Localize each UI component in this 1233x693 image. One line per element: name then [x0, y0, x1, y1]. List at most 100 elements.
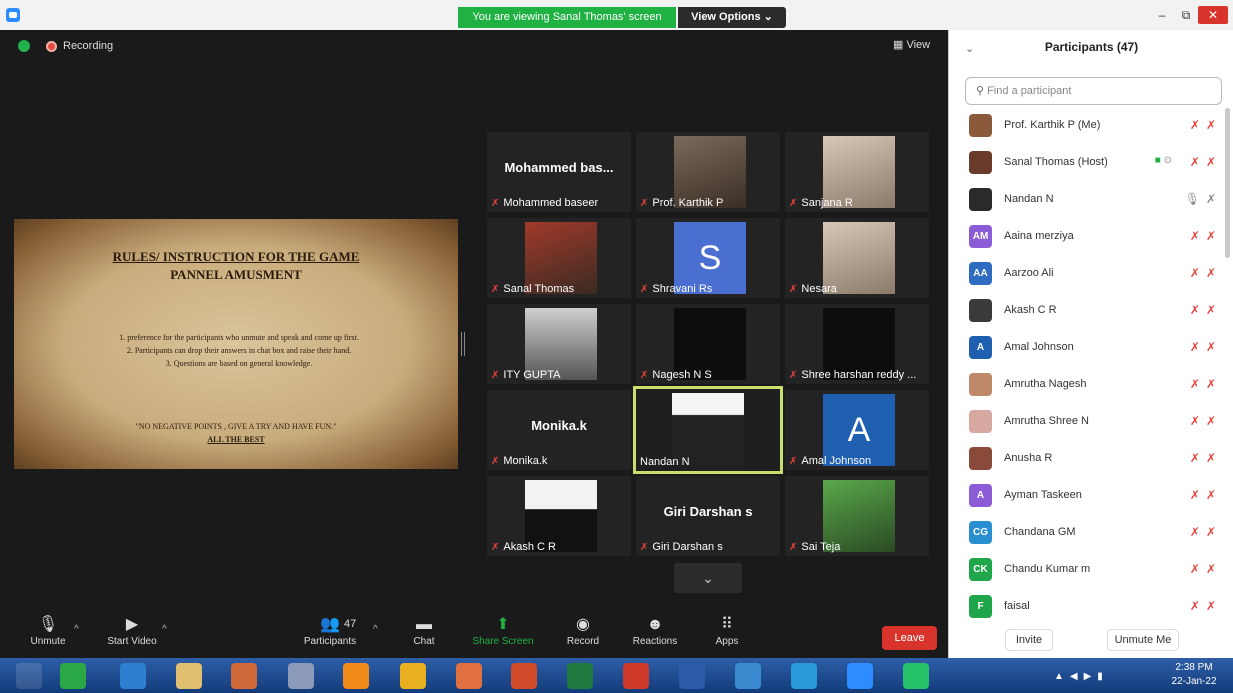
video-tile[interactable]: Mohammed bas... ✗ Mohammed baseer [487, 132, 631, 212]
start-icon[interactable] [16, 663, 42, 689]
tile-name-text: Shree harshan reddy ... [801, 369, 917, 381]
search-placeholder: Find a participant [987, 85, 1072, 97]
mic-camera-status-icon: ✗✗ [1189, 155, 1222, 169]
participant-row[interactable]: Sanal Thomas (Host) ■ ⊙ ✗✗ [949, 144, 1233, 181]
participant-name: Aarzoo Ali [1004, 267, 1054, 279]
pdf-icon[interactable] [623, 663, 649, 689]
app-icon[interactable] [288, 663, 314, 689]
tile-name: ✗ Sai Teja [789, 541, 840, 553]
avatar: F [969, 595, 992, 618]
explorer-icon[interactable] [176, 663, 202, 689]
chat-label: Chat [413, 636, 435, 647]
chrome-icon[interactable] [400, 663, 426, 689]
video-tile[interactable]: ✗ Akash C R [487, 476, 631, 556]
view-options-button[interactable]: View Options ⌄ [678, 7, 786, 28]
participant-row[interactable]: CK Chandu Kumar m ✗✗ [949, 551, 1233, 588]
app-icon[interactable] [231, 663, 257, 689]
powerpoint-icon[interactable] [511, 663, 537, 689]
video-tile[interactable]: ✗ Nesara [785, 218, 929, 298]
record-button[interactable]: ◉ Record [543, 614, 623, 647]
audio-options-caret[interactable]: ^ [74, 624, 79, 635]
system-tray[interactable]: ▲◀▶▮ [1054, 671, 1109, 682]
video-tile[interactable]: A ✗ Amal Johnson [785, 390, 929, 470]
participant-search-input[interactable]: ⚲ Find a participant [965, 77, 1222, 105]
participant-row[interactable]: AA Aarzoo Ali ✗✗ [949, 255, 1233, 292]
tile-name-text: Giri Darshan s [652, 541, 723, 553]
tile-name: ✗ Sanal Thomas [491, 283, 574, 295]
chat-icon: ▬ [416, 616, 432, 633]
viewing-banner: You are viewing Sanal Thomas' screen [458, 7, 676, 28]
leave-button[interactable]: Leave [882, 626, 937, 650]
start-video-button[interactable]: ▶ Start Video [92, 614, 172, 647]
video-tile[interactable]: Monika.k ✗ Monika.k [487, 390, 631, 470]
tile-name: ✗ Shravani Rs [640, 283, 712, 295]
participant-name: Anusha R [1004, 452, 1053, 464]
video-tile[interactable]: Giri Darshan s ✗ Giri Darshan s [636, 476, 780, 556]
slide-title: RULES/ INSTRUCTION FOR THE GAME [112, 249, 360, 264]
reactions-button[interactable]: ☻ Reactions [615, 614, 695, 647]
video-tile[interactable]: ✗ Sanjana R [785, 132, 929, 212]
video-tile[interactable]: ✗ Prof. Karthik P [636, 132, 780, 212]
participant-name: Sanal Thomas (Host) [1004, 156, 1108, 168]
participant-row[interactable]: A Amal Johnson ✗✗ [949, 329, 1233, 366]
vlc-icon[interactable] [343, 663, 369, 689]
participant-row[interactable]: AM Aaina merziya ✗✗ [949, 218, 1233, 255]
muted-mic-icon: ✗ [789, 197, 798, 209]
video-tile[interactable]: ✗ Sanal Thomas [487, 218, 631, 298]
participant-row[interactable]: Akash C R ✗✗ [949, 292, 1233, 329]
avatar: CK [969, 558, 992, 581]
telegram-icon[interactable] [791, 663, 817, 689]
tile-name: ✗ Monika.k [491, 455, 547, 467]
app-icon[interactable] [735, 663, 761, 689]
ie-icon[interactable] [120, 663, 146, 689]
participants-button[interactable]: 👥 Participants [290, 614, 370, 647]
video-tile[interactable]: ✗ Shree harshan reddy ... [785, 304, 929, 384]
tile-name-text: Sai Teja [801, 541, 841, 553]
video-tile[interactable]: ✗ Nagesh N S [636, 304, 780, 384]
share-screen-button[interactable]: ⬆ Share Screen [463, 614, 543, 647]
video-tile[interactable]: ✗ Sai Teja [785, 476, 929, 556]
participant-row[interactable]: A Ayman Taskeen ✗✗ [949, 477, 1233, 514]
video-tile[interactable]: ✗ ITY GUPTA [487, 304, 631, 384]
unmute-label: Unmute [30, 636, 66, 647]
minimize-button[interactable]: – [1150, 6, 1174, 24]
participants-caret[interactable]: ^ [373, 624, 378, 635]
tile-name-text: Shravani Rs [652, 283, 713, 295]
participant-row[interactable]: Nandan N 🎙✗ [949, 181, 1233, 218]
restore-button[interactable]: ⧉ [1174, 6, 1198, 24]
avatar [969, 447, 992, 470]
tile-name: ✗ Giri Darshan s [640, 541, 723, 553]
avatar [969, 299, 992, 322]
whatsapp-icon[interactable] [903, 663, 929, 689]
close-button[interactable]: ✕ [1198, 6, 1228, 24]
clock[interactable]: 2:38 PM 22-Jan-22 [1160, 661, 1228, 689]
active-speaker-tile[interactable]: Nandan N [633, 386, 783, 474]
excel-icon[interactable] [567, 663, 593, 689]
start-video-label: Start Video [107, 636, 157, 647]
participant-row[interactable]: Anusha R ✗✗ [949, 440, 1233, 477]
invite-button[interactable]: Invite [1005, 629, 1053, 651]
tile-name-text: Amal Johnson [801, 455, 872, 467]
participant-row[interactable]: Prof. Karthik P (Me) ✗✗ [949, 107, 1233, 144]
store-icon[interactable] [60, 663, 86, 689]
apps-button[interactable]: ⠿ Apps [687, 614, 767, 647]
participant-row[interactable]: Amrutha Shree N ✗✗ [949, 403, 1233, 440]
tile-name-text: Sanjana R [801, 197, 853, 209]
participant-row[interactable]: CG Chandana GM ✗✗ [949, 514, 1233, 551]
video-options-caret[interactable]: ^ [162, 624, 167, 635]
video-tile[interactable]: S ✗ Shravani Rs [636, 218, 780, 298]
chevron-down-icon[interactable]: ⌄ [674, 563, 742, 593]
splitter-handle[interactable] [461, 332, 465, 356]
tile-name-text: Nagesh N S [652, 369, 712, 381]
participants-panel: ⌄ Participants (47) ⚲ Find a participant … [948, 30, 1233, 658]
meeting-area: Recording ▦ View RULES/ INSTRUCTION FOR … [0, 30, 948, 658]
rule-item: 1. preference for the participants who u… [119, 333, 359, 342]
participant-row[interactable]: Ffaisal ✗✗ [949, 588, 1233, 625]
unmute-me-button[interactable]: Unmute Me [1107, 629, 1179, 651]
media-icon[interactable] [456, 663, 482, 689]
participant-row[interactable]: Amrutha Nagesh ✗✗ [949, 366, 1233, 403]
zoom-icon[interactable] [847, 663, 873, 689]
word-icon[interactable] [679, 663, 705, 689]
view-button[interactable]: ▦ View [893, 38, 930, 51]
chat-button[interactable]: ▬ Chat [384, 614, 464, 647]
